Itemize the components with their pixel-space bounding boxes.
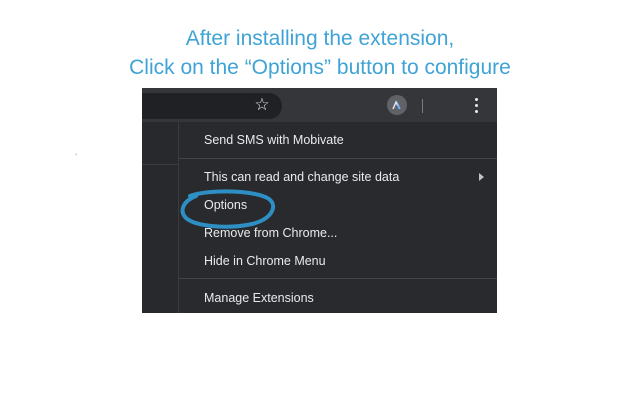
menu-divider	[179, 278, 497, 279]
menu-divider	[179, 158, 497, 159]
content-divider	[142, 164, 178, 165]
menu-item-hide-in-menu[interactable]: Hide in Chrome Menu	[179, 248, 497, 274]
page-content-background	[142, 122, 178, 313]
mobivate-extension-icon[interactable]	[387, 95, 407, 115]
browser-screenshot: ☆ Send SMS with Mobivate This can read a…	[142, 88, 497, 313]
star-icon[interactable]: ☆	[253, 96, 271, 114]
menu-item-send-sms[interactable]: Send SMS with Mobivate	[179, 127, 497, 153]
toolbar-separator	[422, 99, 423, 113]
browser-toolbar: ☆	[142, 88, 497, 122]
menu-item-site-data-label: This can read and change site data	[204, 170, 400, 184]
instruction-line-2: Click on the “Options” button to configu…	[129, 56, 511, 79]
stray-mark: ʼ	[75, 153, 78, 164]
mobivate-logo-icon	[392, 100, 401, 110]
options-highlight-circle	[180, 189, 275, 229]
chevron-right-icon	[479, 173, 484, 181]
instruction-line-1: After installing the extension,	[185, 27, 455, 50]
kebab-menu-icon[interactable]	[470, 96, 484, 116]
menu-item-manage-extensions[interactable]: Manage Extensions	[179, 285, 497, 311]
